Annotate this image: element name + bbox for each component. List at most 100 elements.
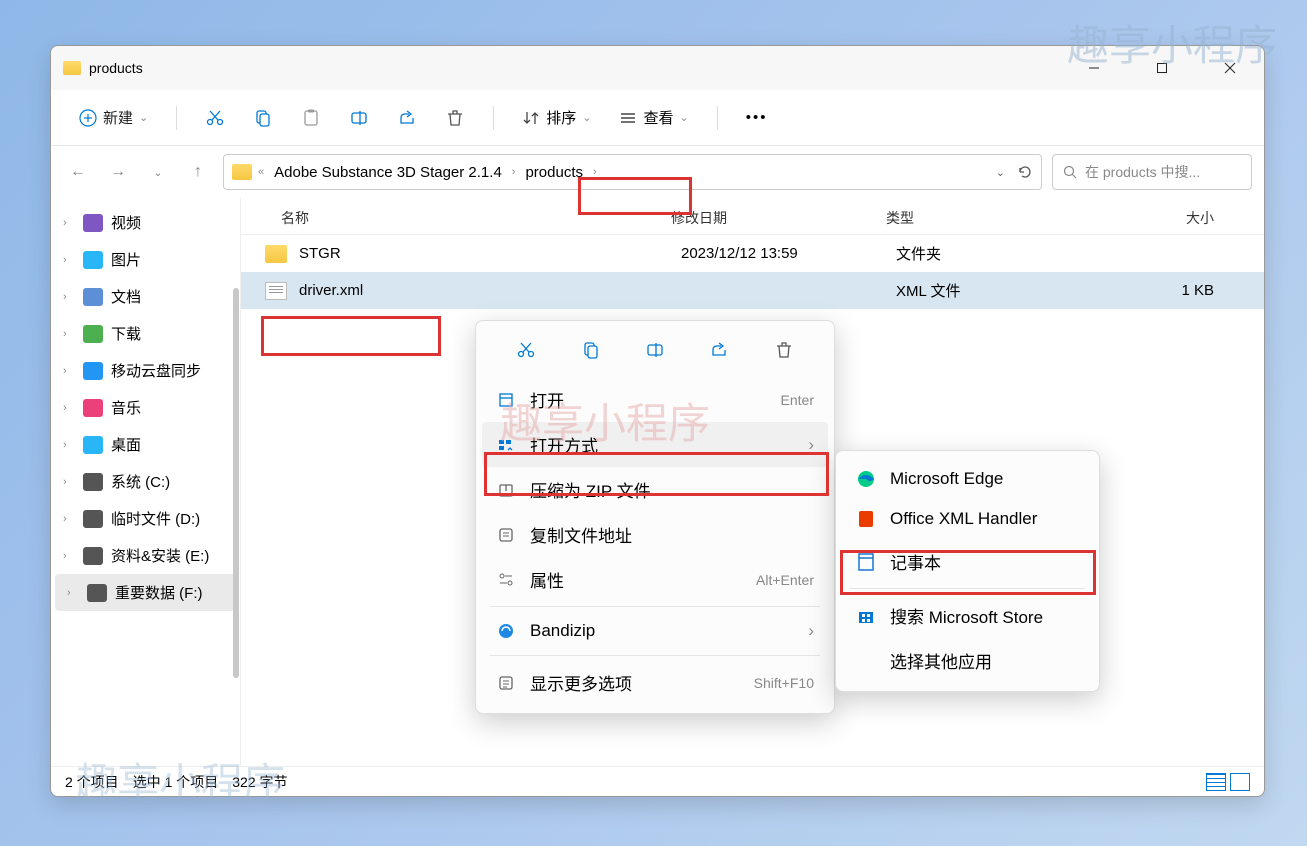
window-title: products xyxy=(89,60,143,76)
drive-icon xyxy=(83,325,103,343)
drive-icon xyxy=(83,510,103,528)
drive-icon xyxy=(83,251,103,269)
chevron-icon: › xyxy=(63,254,75,266)
up-button[interactable]: ↑ xyxy=(183,157,213,187)
chevron-icon: › xyxy=(63,328,75,340)
file-icon xyxy=(265,282,287,300)
view-button[interactable]: 查看⌄ xyxy=(609,101,698,134)
toolbar: 新建 ⌄ 排序⌄ 查看⌄ ••• xyxy=(51,90,1264,146)
sidebar-item[interactable]: ›文档 xyxy=(51,278,240,315)
open-icon xyxy=(496,390,516,410)
breadcrumb-dropdown[interactable]: ⌄ xyxy=(996,166,1005,179)
folder-icon xyxy=(63,61,81,75)
ctx-delete-button[interactable] xyxy=(767,333,801,367)
folder-icon xyxy=(265,245,287,263)
office-icon xyxy=(856,509,876,529)
ctx-rename-button[interactable] xyxy=(638,333,672,367)
drive-icon xyxy=(87,584,107,602)
bandizip-icon xyxy=(496,621,516,641)
view-icon xyxy=(619,109,637,127)
ctx-compress-zip[interactable]: 压缩为 ZIP 文件 xyxy=(482,467,828,512)
ctx-copy-button[interactable] xyxy=(574,333,608,367)
submenu-choose-other[interactable]: 选择其他应用 xyxy=(842,638,1093,683)
folder-icon xyxy=(232,164,252,180)
copy-button[interactable] xyxy=(243,102,283,134)
submenu-office-xml[interactable]: Office XML Handler xyxy=(842,499,1093,539)
submenu-notepad[interactable]: 记事本 xyxy=(842,539,1093,584)
paste-button[interactable] xyxy=(291,102,331,134)
recent-button[interactable]: ⌄ xyxy=(143,157,173,187)
chevron-icon: › xyxy=(63,291,75,303)
ctx-show-more[interactable]: 显示更多选项 Shift+F10 xyxy=(482,660,828,705)
drive-icon xyxy=(83,547,103,565)
breadcrumb-current[interactable]: products xyxy=(521,162,587,183)
sidebar-item[interactable]: ›临时文件 (D:) xyxy=(51,500,240,537)
notepad-icon xyxy=(856,552,876,572)
ctx-copy-path[interactable]: 复制文件地址 xyxy=(482,512,828,557)
share-icon xyxy=(397,108,417,128)
ctx-properties[interactable]: 属性 Alt+Enter xyxy=(482,557,828,602)
chevron-icon: › xyxy=(63,217,75,229)
sidebar-item[interactable]: ›移动云盘同步 xyxy=(51,352,240,389)
sidebar-item[interactable]: ›图片 xyxy=(51,241,240,278)
new-button[interactable]: 新建 ⌄ xyxy=(69,101,158,134)
ctx-open[interactable]: 打开 Enter xyxy=(482,377,828,422)
search-icon xyxy=(1063,165,1077,179)
delete-button[interactable] xyxy=(435,102,475,134)
chevron-right-icon: › xyxy=(808,621,814,641)
forward-button[interactable]: → xyxy=(103,157,133,187)
ctx-share-button[interactable] xyxy=(702,333,736,367)
sidebar-item[interactable]: ›系统 (C:) xyxy=(51,463,240,500)
trash-icon xyxy=(445,108,465,128)
sidebar-item[interactable]: ›音乐 xyxy=(51,389,240,426)
copy-icon xyxy=(253,108,273,128)
ctx-cut-button[interactable] xyxy=(509,333,543,367)
submenu-edge[interactable]: Microsoft Edge xyxy=(842,459,1093,499)
refresh-icon[interactable] xyxy=(1017,164,1033,180)
table-row[interactable]: driver.xmlXML 文件1 KB xyxy=(241,272,1264,309)
column-headers[interactable]: 名称 修改日期 类型 大小 xyxy=(241,198,1264,235)
ellipsis-icon: ••• xyxy=(746,109,768,126)
drive-icon xyxy=(83,399,103,417)
breadcrumb-parent[interactable]: Adobe Substance 3D Stager 2.1.4 xyxy=(270,162,506,183)
open-with-icon xyxy=(496,435,516,455)
back-button[interactable]: ← xyxy=(63,157,93,187)
copy-path-icon xyxy=(496,525,516,545)
drive-icon xyxy=(83,436,103,454)
share-button[interactable] xyxy=(387,102,427,134)
chevron-right-icon: › xyxy=(808,435,814,455)
cut-button[interactable] xyxy=(195,102,235,134)
table-row[interactable]: STGR2023/12/12 13:59文件夹 xyxy=(241,235,1264,272)
search-input[interactable]: 在 products 中搜... xyxy=(1052,154,1252,190)
thumbnails-view-button[interactable] xyxy=(1230,773,1250,791)
details-view-button[interactable] xyxy=(1206,773,1226,791)
zip-icon xyxy=(496,480,516,500)
paste-icon xyxy=(301,108,321,128)
ctx-bandizip[interactable]: Bandizip › xyxy=(482,611,828,651)
sidebar-item[interactable]: ›资料&安装 (E:) xyxy=(51,537,240,574)
chevron-icon: › xyxy=(63,439,75,451)
drive-icon xyxy=(83,473,103,491)
chevron-icon: › xyxy=(63,365,75,377)
sort-button[interactable]: 排序⌄ xyxy=(512,101,601,134)
rename-button[interactable] xyxy=(339,102,379,134)
edge-icon xyxy=(856,469,876,489)
watermark: 趣享小程序 xyxy=(75,750,285,811)
context-menu: 打开 Enter 打开方式 › 压缩为 ZIP 文件 复制文件地址 属性 Alt… xyxy=(475,320,835,714)
breadcrumb[interactable]: « Adobe Substance 3D Stager 2.1.4 › prod… xyxy=(223,154,1042,190)
sidebar-item[interactable]: ›桌面 xyxy=(51,426,240,463)
sidebar-item[interactable]: ›重要数据 (F:) xyxy=(55,574,236,611)
rename-icon xyxy=(349,108,369,128)
open-with-submenu: Microsoft Edge Office XML Handler 记事本 搜索… xyxy=(835,450,1100,692)
drive-icon xyxy=(83,214,103,232)
properties-icon xyxy=(496,570,516,590)
sidebar-scrollbar[interactable] xyxy=(233,288,239,678)
sidebar-item[interactable]: ›视频 xyxy=(51,204,240,241)
more-button[interactable]: ••• xyxy=(736,103,778,132)
sort-icon xyxy=(522,109,540,127)
sidebar-item[interactable]: ›下载 xyxy=(51,315,240,352)
chevron-icon: › xyxy=(63,513,75,525)
store-icon xyxy=(856,606,876,626)
submenu-search-store[interactable]: 搜索 Microsoft Store xyxy=(842,593,1093,638)
ctx-open-with[interactable]: 打开方式 › xyxy=(482,422,828,467)
